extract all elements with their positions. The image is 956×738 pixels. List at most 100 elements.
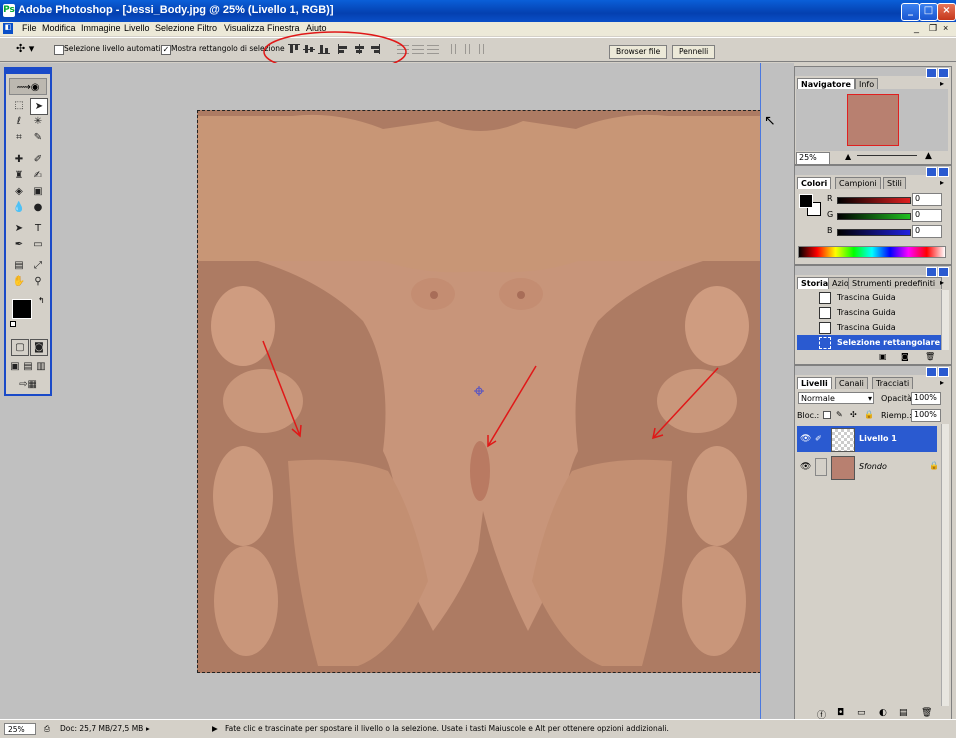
clone-stamp-tool-icon[interactable]: ♜ — [11, 168, 27, 183]
eyedropper-tool-icon[interactable]: ⤢ — [30, 258, 46, 273]
status-info-icon[interactable]: ⎙ — [44, 723, 50, 735]
zoom-in-icon[interactable]: ▲ — [925, 151, 932, 161]
screen-mode-full-menu-icon[interactable]: ▤ — [22, 359, 34, 374]
visibility-eye-icon[interactable]: 👁 — [800, 434, 811, 444]
history-scrollbar[interactable] — [941, 290, 949, 350]
new-group-icon[interactable]: ▭ — [857, 708, 866, 718]
adobe-logo-icon[interactable]: ⟿◉ — [9, 78, 47, 95]
new-snapshot-icon[interactable]: ◙ — [901, 352, 909, 361]
panel-minimize-icon[interactable] — [926, 367, 937, 377]
history-item[interactable]: Trascina Guida — [797, 320, 943, 335]
menu-image[interactable]: Immagine — [81, 23, 121, 33]
blue-value-field[interactable]: 0 — [912, 225, 942, 238]
screen-mode-full-icon[interactable]: ▥ — [35, 359, 47, 374]
delete-layer-icon[interactable]: 🗑 — [921, 708, 932, 718]
delete-state-icon[interactable]: 🗑 — [925, 352, 935, 361]
zoom-tool-icon[interactable]: ⚲ — [30, 274, 46, 289]
standard-mode-icon[interactable]: ▢ — [11, 339, 29, 356]
layer-name[interactable]: Livello 1 — [859, 434, 897, 443]
status-menu-arrow-icon[interactable]: ▸ — [146, 723, 150, 735]
panel-menu-arrow-icon[interactable]: ▸ — [940, 278, 944, 287]
lock-all-icon[interactable]: 🔒 — [864, 410, 874, 419]
green-slider[interactable] — [837, 213, 911, 220]
layer-name[interactable]: Sfondo — [859, 462, 887, 471]
blue-slider[interactable] — [837, 229, 911, 236]
new-document-from-state-icon[interactable]: ▣ — [879, 352, 887, 361]
new-adjustment-layer-icon[interactable]: ◐ — [879, 708, 887, 718]
menu-edit[interactable]: Modifica — [42, 23, 76, 33]
layer-link-box[interactable] — [815, 458, 827, 476]
fill-field[interactable]: 100% — [911, 409, 941, 422]
tab-tool-presets[interactable]: Strumenti predefiniti — [848, 277, 942, 289]
panel-menu-arrow-icon[interactable]: ▸ — [940, 378, 944, 387]
panel-minimize-icon[interactable] — [926, 167, 937, 177]
lock-transparency-icon[interactable] — [823, 411, 831, 419]
hand-tool-icon[interactable]: ✋ — [11, 274, 27, 289]
notes-tool-icon[interactable]: ▤ — [11, 258, 27, 273]
panel-menu-arrow-icon[interactable]: ▸ — [940, 79, 944, 88]
rectangle-shape-tool-icon[interactable]: ▭ — [30, 237, 46, 252]
tab-file-browser[interactable]: Browser file — [609, 45, 668, 59]
lock-image-icon[interactable]: ✎ — [836, 410, 843, 419]
doc-close-icon[interactable]: × — [943, 23, 948, 33]
path-selection-tool-icon[interactable]: ➤ — [11, 221, 27, 236]
new-layer-icon[interactable]: ▤ — [899, 708, 908, 718]
status-zoom-field[interactable]: 25% — [4, 723, 36, 735]
crop-tool-icon[interactable]: ⌗ — [11, 130, 27, 145]
navigator-thumbnail[interactable] — [847, 94, 899, 146]
color-foreground-swatch[interactable] — [799, 194, 813, 208]
menu-select[interactable]: Selezione — [155, 23, 195, 33]
close-button[interactable]: × — [937, 3, 956, 21]
gradient-tool-icon[interactable]: ▣ — [30, 184, 46, 199]
lock-position-icon[interactable]: ✣ — [850, 410, 857, 419]
panel-close-icon[interactable] — [938, 68, 949, 78]
history-item-selected[interactable]: Selezione rettangolare — [797, 335, 943, 350]
tab-color[interactable]: Colori — [797, 177, 832, 189]
tab-paths[interactable]: Tracciati — [872, 377, 914, 389]
doc-restore-icon[interactable]: ❐ — [929, 23, 937, 34]
healing-brush-tool-icon[interactable]: ✚ — [11, 152, 27, 167]
brush-tool-icon[interactable]: ✐ — [30, 152, 46, 167]
panel-close-icon[interactable] — [938, 267, 949, 277]
history-item[interactable]: Trascina Guida — [797, 305, 943, 320]
photoshop-app-icon[interactable]: Ps — [3, 4, 15, 17]
layer-row-selected[interactable]: 👁 ✐ Livello 1 — [797, 426, 937, 452]
minimize-button[interactable]: _ — [901, 3, 920, 21]
marquee-tool-icon[interactable]: ⬚ — [11, 98, 27, 113]
document-menu-icon[interactable]: ◧ — [3, 23, 13, 34]
opacity-field[interactable]: 100% — [911, 392, 941, 405]
lasso-tool-icon[interactable]: ℓ — [11, 114, 27, 129]
panel-minimize-icon[interactable] — [926, 267, 937, 277]
auto-select-layer-checkbox[interactable] — [54, 45, 64, 55]
show-bounding-box-checkbox[interactable]: ✓ — [161, 45, 171, 55]
default-colors-icon[interactable] — [10, 321, 16, 327]
move-tool-icon[interactable]: ➤ — [30, 98, 48, 115]
magic-wand-tool-icon[interactable]: ✳ — [30, 114, 46, 129]
move-tool-preset-icon[interactable]: ✣ ▾ — [16, 42, 44, 56]
tab-styles[interactable]: Stili — [883, 177, 906, 189]
quick-mask-mode-icon[interactable]: ◙ — [30, 339, 48, 356]
green-value-field[interactable]: 0 — [912, 209, 942, 222]
slice-tool-icon[interactable]: ✎ — [30, 130, 46, 145]
history-brush-tool-icon[interactable]: ✍ — [30, 168, 46, 183]
swap-colors-icon[interactable]: ↰ — [38, 296, 45, 305]
menu-filter[interactable]: Filtro — [197, 23, 217, 33]
eraser-tool-icon[interactable]: ◈ — [11, 184, 27, 199]
type-tool-icon[interactable]: T — [30, 221, 46, 236]
navigator-zoom-slider[interactable] — [857, 155, 917, 158]
vertical-guide[interactable] — [760, 63, 761, 719]
tab-brushes[interactable]: Pennelli — [672, 45, 716, 59]
visibility-eye-icon[interactable]: 👁 — [800, 462, 811, 472]
red-slider[interactable] — [837, 197, 911, 204]
menu-view[interactable]: Visualizza — [224, 23, 264, 33]
tab-swatches[interactable]: Campioni — [835, 177, 881, 189]
jump-to-imageready-icon[interactable]: ⇨▦ — [11, 377, 45, 392]
panel-close-icon[interactable] — [938, 367, 949, 377]
tab-layers[interactable]: Livelli — [797, 377, 832, 389]
navigator-zoom-field[interactable]: 25% — [796, 152, 830, 165]
zoom-out-icon[interactable]: ▲ — [845, 152, 851, 161]
layers-scrollbar[interactable] — [941, 424, 949, 706]
dodge-tool-icon[interactable]: ● — [30, 200, 46, 215]
history-item[interactable]: Trascina Guida — [797, 290, 943, 305]
panel-menu-arrow-icon[interactable]: ▸ — [940, 178, 944, 187]
